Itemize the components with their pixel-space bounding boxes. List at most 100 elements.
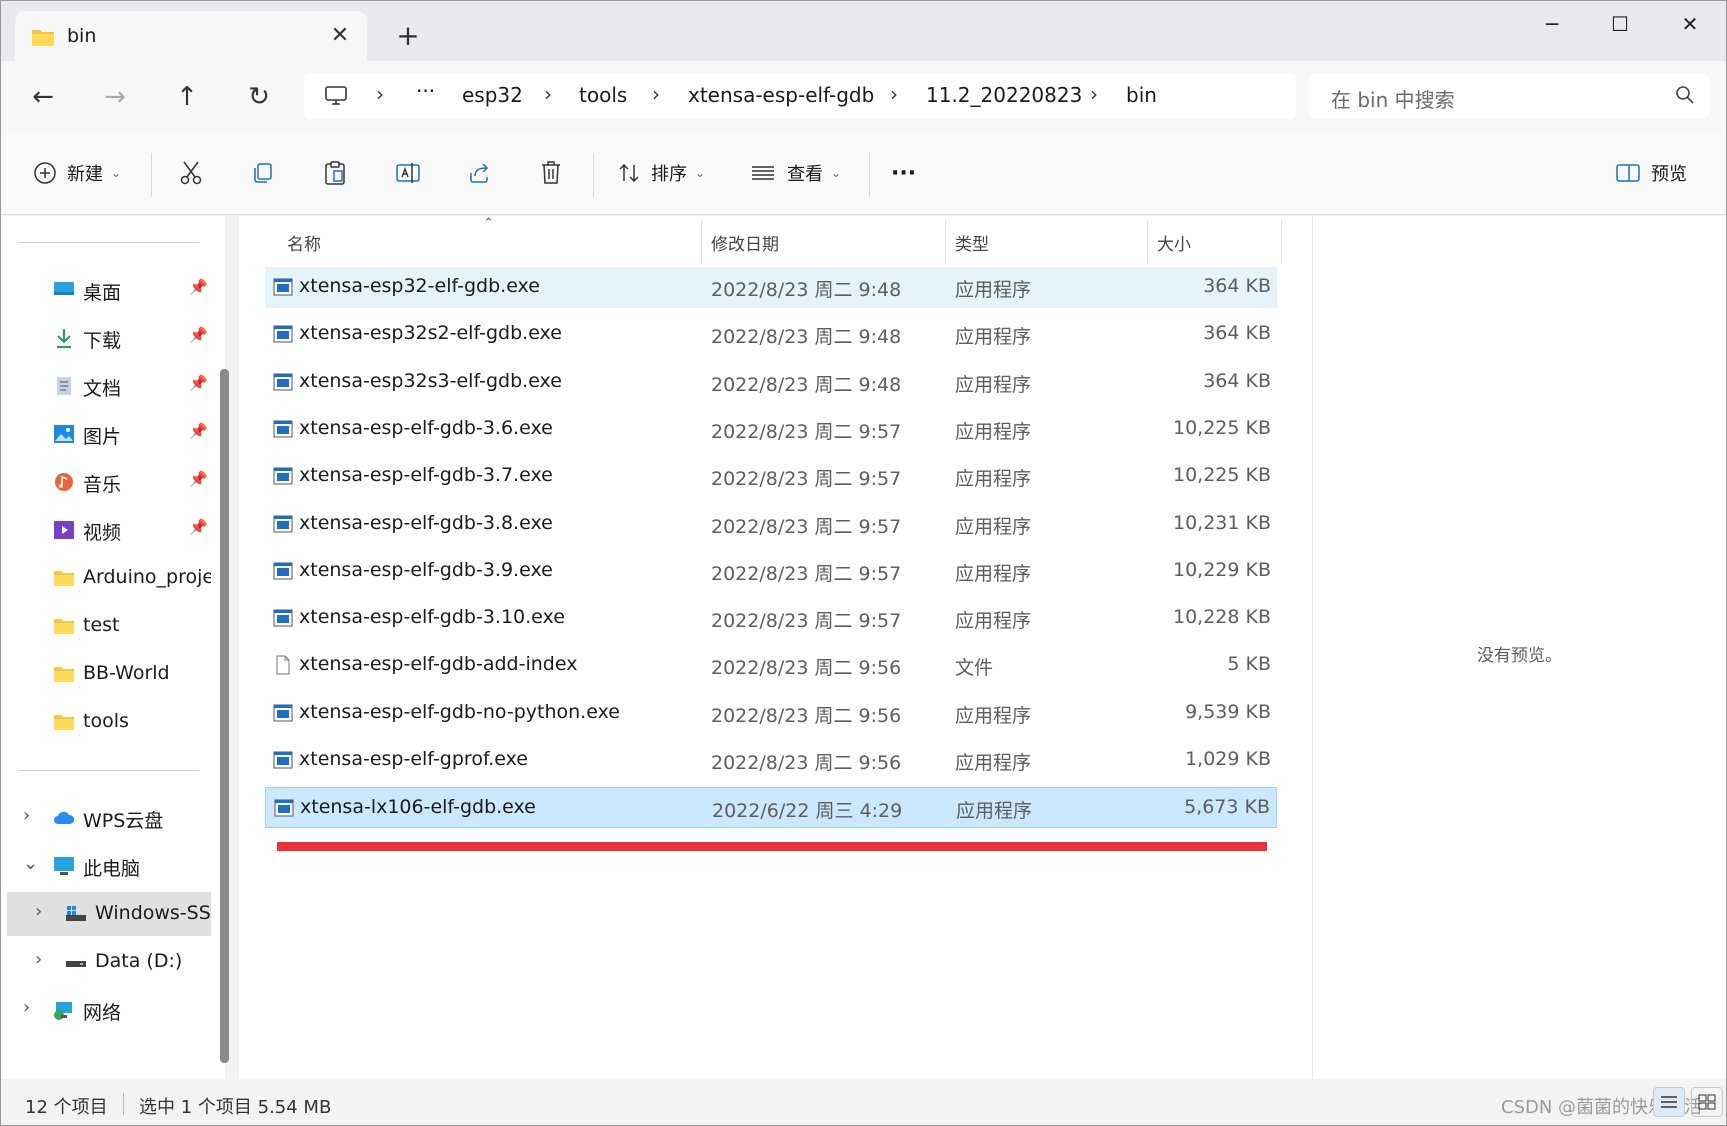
details-view-button[interactable] bbox=[1653, 1087, 1685, 1117]
view-button[interactable]: 查看 ⌄ bbox=[751, 155, 841, 191]
item-count: 12 个项目 bbox=[25, 1097, 108, 1118]
file-type: 应用程序 bbox=[956, 800, 1033, 823]
file-row[interactable]: xtensa-esp-elf-gdb-3.8.exe 2022/8/23 周二 9… bbox=[265, 504, 1277, 545]
sidebar-item-videos[interactable]: 视频 📌 bbox=[1, 508, 211, 552]
paste-button[interactable] bbox=[323, 155, 347, 191]
sidebar-item-network[interactable]: › 网络 bbox=[1, 988, 211, 1032]
file-row[interactable]: xtensa-esp-elf-gdb-3.6.exe 2022/8/23 周二 9… bbox=[265, 409, 1277, 450]
breadcrumb-version[interactable]: 11.2_20220823 bbox=[926, 83, 1082, 107]
column-divider[interactable] bbox=[1147, 220, 1148, 264]
sort-ascending-icon: ⌃ bbox=[483, 216, 494, 231]
column-header-size[interactable]: 大小 bbox=[1157, 230, 1191, 255]
sidebar-item-data-d[interactable]: › Data (D:) bbox=[1, 940, 211, 984]
column-divider[interactable] bbox=[945, 220, 946, 264]
column-header-name[interactable]: 名称 bbox=[287, 230, 321, 255]
file-icon bbox=[276, 655, 290, 675]
search-input[interactable]: 在 bin 中搜索 bbox=[1309, 73, 1709, 119]
chevron-right-icon[interactable]: › bbox=[35, 949, 42, 970]
file-row[interactable]: xtensa-esp-elf-gdb-3.7.exe 2022/8/23 周二 9… bbox=[265, 456, 1277, 497]
application-icon bbox=[273, 609, 293, 627]
file-row[interactable]: xtensa-esp-elf-gdb-no-python.exe 2022/8/2… bbox=[265, 693, 1277, 734]
tiles-view-button[interactable] bbox=[1691, 1087, 1723, 1117]
pictures-icon bbox=[54, 425, 74, 443]
delete-button[interactable] bbox=[539, 155, 563, 191]
chevron-right-icon[interactable]: › bbox=[35, 901, 42, 922]
video-icon bbox=[54, 521, 74, 539]
sidebar-item-arduino-projects[interactable]: Arduino_projects bbox=[1, 556, 211, 600]
application-icon bbox=[273, 515, 293, 532]
share-button[interactable] bbox=[467, 155, 491, 191]
cut-button[interactable] bbox=[179, 155, 203, 191]
download-icon bbox=[57, 329, 71, 348]
breadcrumb-tools[interactable]: tools bbox=[579, 83, 627, 107]
more-options-button[interactable]: ··· bbox=[891, 155, 916, 191]
tab-title: bin bbox=[67, 25, 97, 47]
forward-button[interactable]: → bbox=[93, 75, 137, 119]
chevron-right-icon[interactable]: › bbox=[23, 805, 30, 826]
file-name: xtensa-esp32s3-elf-gdb.exe bbox=[299, 369, 562, 392]
sidebar-item-wps-cloud[interactable]: › WPS云盘 bbox=[1, 796, 211, 840]
file-name: xtensa-esp-elf-gprof.exe bbox=[299, 748, 528, 770]
column-divider[interactable] bbox=[701, 220, 702, 264]
breadcrumb-bin[interactable]: bin bbox=[1126, 83, 1157, 107]
sidebar-item-test[interactable]: test bbox=[1, 604, 211, 648]
address-bar[interactable]: › ··· esp32 › tools › xtensa-esp-elf-gdb… bbox=[304, 73, 1296, 119]
sidebar-item-documents[interactable]: 文档 📌 bbox=[1, 364, 211, 408]
folder-icon bbox=[32, 30, 54, 46]
up-button[interactable]: ↑ bbox=[165, 75, 209, 119]
trash-icon bbox=[542, 161, 560, 184]
file-size: 10,225 KB bbox=[1172, 464, 1271, 487]
file-row[interactable]: xtensa-esp32s2-elf-gdb.exe 2022/8/23 周二 9… bbox=[265, 314, 1277, 355]
file-row[interactable]: xtensa-esp-elf-gdb-add-index 2022/8/23 周二… bbox=[265, 645, 1277, 686]
breadcrumb-esp32[interactable]: esp32 bbox=[462, 83, 523, 107]
sidebar-item-windows-ssd[interactable]: › Windows-SSD (C:) bbox=[7, 892, 211, 936]
sidebar-item-music[interactable]: 音乐 📌 bbox=[1, 460, 211, 504]
preview-pane-icon bbox=[1616, 164, 1640, 182]
chevron-down-icon: ⌄ bbox=[695, 166, 706, 180]
file-row[interactable]: xtensa-esp32s3-elf-gdb.exe 2022/8/23 周二 9… bbox=[265, 362, 1277, 403]
tab-bin[interactable]: bin ✕ bbox=[15, 11, 367, 61]
close-button[interactable]: ✕ bbox=[1661, 7, 1719, 41]
tab-close-icon[interactable]: ✕ bbox=[325, 21, 355, 51]
file-name: xtensa-esp-elf-gdb-3.6.exe bbox=[299, 416, 553, 439]
new-button[interactable]: 新建 ⌄ bbox=[33, 155, 121, 191]
divider bbox=[19, 770, 199, 771]
copy-button[interactable] bbox=[251, 155, 275, 191]
file-row[interactable]: xtensa-esp-elf-gprof.exe 2022/8/23 周二 9:5… bbox=[265, 740, 1277, 781]
new-label: 新建 bbox=[67, 164, 103, 185]
more-crumbs-button[interactable]: ··· bbox=[416, 79, 435, 103]
column-header-type[interactable]: 类型 bbox=[955, 230, 989, 255]
preview-pane-button[interactable]: 预览 bbox=[1615, 155, 1687, 191]
maximize-button[interactable]: ☐ bbox=[1591, 7, 1649, 41]
sidebar-item-pictures[interactable]: 图片 📌 bbox=[1, 412, 211, 456]
rename-button[interactable] bbox=[395, 155, 421, 191]
column-divider[interactable] bbox=[1281, 220, 1282, 264]
file-date: 2022/8/23 周二 9:56 bbox=[711, 657, 902, 680]
sidebar-scrollbar[interactable] bbox=[220, 369, 229, 1063]
application-icon bbox=[273, 420, 293, 438]
new-tab-button[interactable]: + bbox=[391, 19, 425, 53]
sidebar-item-desktop[interactable]: 桌面 📌 bbox=[1, 268, 211, 312]
sidebar-item-downloads[interactable]: 下载 📌 bbox=[1, 316, 211, 360]
sidebar-item-this-pc[interactable]: ⌄ 此电脑 bbox=[1, 844, 211, 888]
sidebar-item-bb-world[interactable]: BB-World bbox=[1, 652, 211, 696]
file-row[interactable]: xtensa-lx106-elf-gdb.exe 2022/6/22 周三 4:2… bbox=[265, 787, 1277, 829]
back-button[interactable]: ← bbox=[21, 75, 65, 119]
file-date: 2022/8/23 周二 9:56 bbox=[711, 704, 902, 727]
column-header-date[interactable]: 修改日期 bbox=[711, 230, 779, 255]
sort-button[interactable]: 排序 ⌄ bbox=[617, 155, 705, 191]
file-row[interactable]: xtensa-esp32-elf-gdb.exe 2022/8/23 周二 9:4… bbox=[265, 267, 1277, 308]
file-list: 名称 ⌃ 修改日期 类型 大小 xtensa-esp32-elf-gdb.exe… bbox=[239, 216, 1312, 1079]
file-row[interactable]: xtensa-esp-elf-gdb-3.9.exe 2022/8/23 周二 9… bbox=[265, 551, 1277, 592]
tiles-view-icon bbox=[1698, 1094, 1716, 1110]
file-type: 应用程序 bbox=[955, 610, 1032, 633]
chevron-down-icon[interactable]: ⌄ bbox=[23, 853, 38, 874]
file-row[interactable]: xtensa-esp-elf-gdb-3.10.exe 2022/8/23 周二 … bbox=[265, 598, 1277, 639]
sidebar-item-tools[interactable]: tools bbox=[1, 700, 211, 744]
refresh-button[interactable]: ↻ bbox=[237, 75, 281, 119]
details-view-icon bbox=[1661, 1096, 1677, 1108]
chevron-down-icon: ⌄ bbox=[831, 166, 842, 180]
breadcrumb-xtensa-esp-elf-gdb[interactable]: xtensa-esp-elf-gdb bbox=[688, 83, 874, 107]
chevron-right-icon[interactable]: › bbox=[23, 997, 30, 1018]
minimize-button[interactable]: ─ bbox=[1523, 7, 1581, 41]
